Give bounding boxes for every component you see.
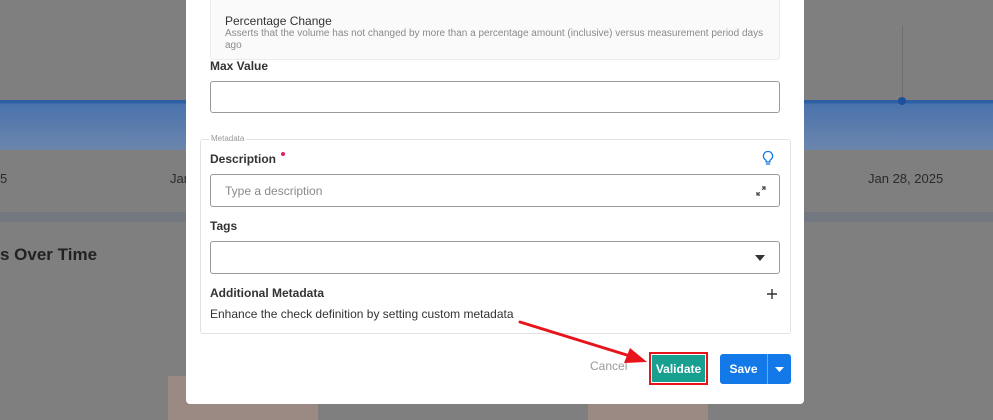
tags-label: Tags — [210, 219, 238, 233]
background-chart-marker-line — [902, 26, 903, 102]
additional-metadata-help: Enhance the check definition by setting … — [210, 307, 514, 321]
lightbulb-icon[interactable] — [761, 150, 775, 166]
max-value-input[interactable] — [211, 82, 711, 113]
validate-button-label: Validate — [652, 355, 705, 382]
save-options-toggle[interactable] — [768, 354, 791, 384]
add-icon[interactable] — [767, 289, 777, 299]
tags-select[interactable] — [210, 241, 780, 274]
chevron-down-icon — [775, 366, 784, 372]
background-chart-point — [898, 97, 906, 105]
description-input[interactable] — [211, 175, 711, 206]
metadata-legend: Metadata — [209, 134, 247, 143]
save-button[interactable]: Save — [720, 354, 768, 384]
option-description: Asserts that the volume has not changed … — [225, 28, 764, 51]
description-label: Description — [210, 152, 286, 166]
chevron-down-icon — [755, 255, 765, 261]
metadata-section: Metadata — [200, 134, 791, 334]
background-tick-label: 5 — [0, 171, 8, 186]
cancel-button[interactable]: Cancel — [590, 359, 627, 373]
description-field-wrapper — [210, 174, 780, 207]
validate-button[interactable]: Validate — [649, 352, 708, 385]
additional-metadata-label: Additional Metadata — [210, 286, 325, 300]
max-value-field-wrapper — [210, 81, 780, 113]
check-modal: Percentage Change Asserts that the volum… — [186, 0, 804, 404]
option-title: Percentage Change — [225, 14, 332, 28]
required-indicator — [281, 152, 286, 156]
background-tick-label: Jan 28, 2025 — [868, 171, 944, 186]
save-split-button: Save — [720, 354, 791, 384]
max-value-label: Max Value — [210, 59, 269, 73]
comparison-option-percentage-change[interactable]: Percentage Change Asserts that the volum… — [210, 0, 780, 60]
background-section-title: s Over Time — [0, 245, 98, 264]
expand-icon[interactable] — [756, 186, 766, 196]
